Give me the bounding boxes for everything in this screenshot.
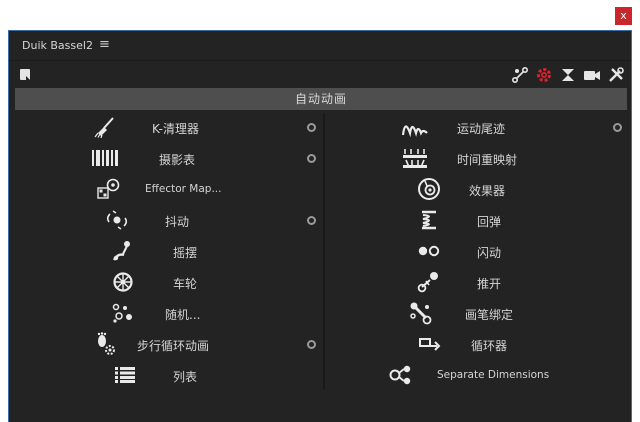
camera-icon[interactable] (583, 66, 601, 84)
option-toggle[interactable] (613, 123, 622, 132)
tool-label: 抖动 (165, 215, 190, 229)
tool-label: 步行循环动画 (137, 339, 210, 353)
tool-label: Effector Map... (145, 183, 222, 195)
tool-wheel[interactable]: 车轮 (15, 268, 320, 297)
tool-random[interactable]: 随机... (15, 299, 320, 328)
panel-header: Duik Bassel2 ≡ (9, 31, 631, 61)
motion-trail-icon (401, 115, 429, 139)
tool-label: Separate Dimensions (437, 369, 550, 381)
tool-effector[interactable]: 效果器 (327, 175, 627, 204)
tool-separate-dimensions[interactable]: Separate Dimensions (327, 361, 627, 390)
tool-time-remap[interactable]: 时间重映射 (327, 144, 627, 173)
tool-walk-cycle[interactable]: 步行循环动画 (15, 330, 320, 359)
bone-link-icon[interactable] (511, 66, 529, 84)
tool-spring[interactable]: 回弹 (327, 206, 627, 235)
option-toggle[interactable] (307, 340, 316, 349)
tool-label: K-清理器 (152, 122, 199, 136)
note-icon[interactable] (20, 69, 30, 80)
tool-label: 列表 (173, 370, 198, 384)
tool-paint-rig[interactable]: 画笔绑定 (327, 299, 627, 328)
tool-exposure-sheet[interactable]: 摄影表 (15, 144, 320, 173)
looper-icon (415, 332, 443, 356)
tool-label: 摄影表 (159, 153, 196, 167)
window-title-bar: x (0, 0, 640, 30)
panel-tab-title[interactable]: Duik Bassel2 (22, 39, 93, 52)
close-button[interactable]: x (615, 7, 632, 25)
broom-icon (91, 115, 119, 139)
barcode-icon (91, 146, 119, 170)
tool-label: 时间重映射 (457, 153, 518, 167)
move-away-icon (415, 270, 443, 294)
tool-label: 随机... (165, 308, 201, 322)
swing-icon (109, 239, 137, 263)
hourglass-icon[interactable] (559, 66, 577, 84)
gear-red-icon[interactable] (535, 66, 553, 84)
tool-label: 循环器 (471, 339, 508, 353)
toolbar (9, 65, 631, 85)
tool-label: 车轮 (173, 277, 198, 291)
option-toggle[interactable] (307, 154, 316, 163)
separate-dimensions-icon (387, 363, 415, 387)
tool-label: 画笔绑定 (465, 308, 514, 322)
time-remap-icon (401, 146, 429, 170)
option-toggle[interactable] (307, 123, 316, 132)
paint-rig-icon (407, 301, 435, 325)
tool-effector-map[interactable]: Effector Map... (15, 175, 320, 204)
blink-icon (415, 239, 443, 263)
panel-menu-icon[interactable]: ≡ (99, 37, 110, 52)
tool-list[interactable]: 列表 (15, 361, 320, 390)
tool-label: 运动尾迹 (457, 122, 506, 136)
walk-cycle-icon (91, 332, 119, 356)
tool-label: 闪动 (477, 246, 502, 260)
column-divider (323, 113, 325, 390)
tools-icon[interactable] (607, 66, 625, 84)
tool-label: 推开 (477, 277, 502, 291)
spring-icon (415, 208, 443, 232)
duik-panel: Duik Bassel2 ≡ 自动动画 K-清理器 摄影表 Effector M… (8, 30, 632, 422)
tool-wiggle[interactable]: 抖动 (15, 206, 320, 235)
option-toggle[interactable] (307, 216, 316, 225)
tool-move-away[interactable]: 推开 (327, 268, 627, 297)
tool-motion-trail[interactable]: 运动尾迹 (327, 113, 627, 142)
list-icon (111, 363, 139, 387)
tool-label: 摇摆 (173, 246, 198, 260)
effector-icon (415, 177, 443, 201)
random-icon (109, 301, 137, 325)
wheel-icon (109, 270, 137, 294)
tool-blink[interactable]: 闪动 (327, 237, 627, 266)
tool-label: 效果器 (469, 184, 506, 198)
tool-k-cleaner[interactable]: K-清理器 (15, 113, 320, 142)
tool-looper[interactable]: 循环器 (327, 330, 627, 359)
wiggle-icon (103, 208, 131, 232)
effector-map-icon (95, 177, 123, 201)
tool-swing[interactable]: 摇摆 (15, 237, 320, 266)
section-title-auto-animation: 自动动画 (15, 88, 627, 110)
tool-label: 回弹 (477, 215, 502, 229)
